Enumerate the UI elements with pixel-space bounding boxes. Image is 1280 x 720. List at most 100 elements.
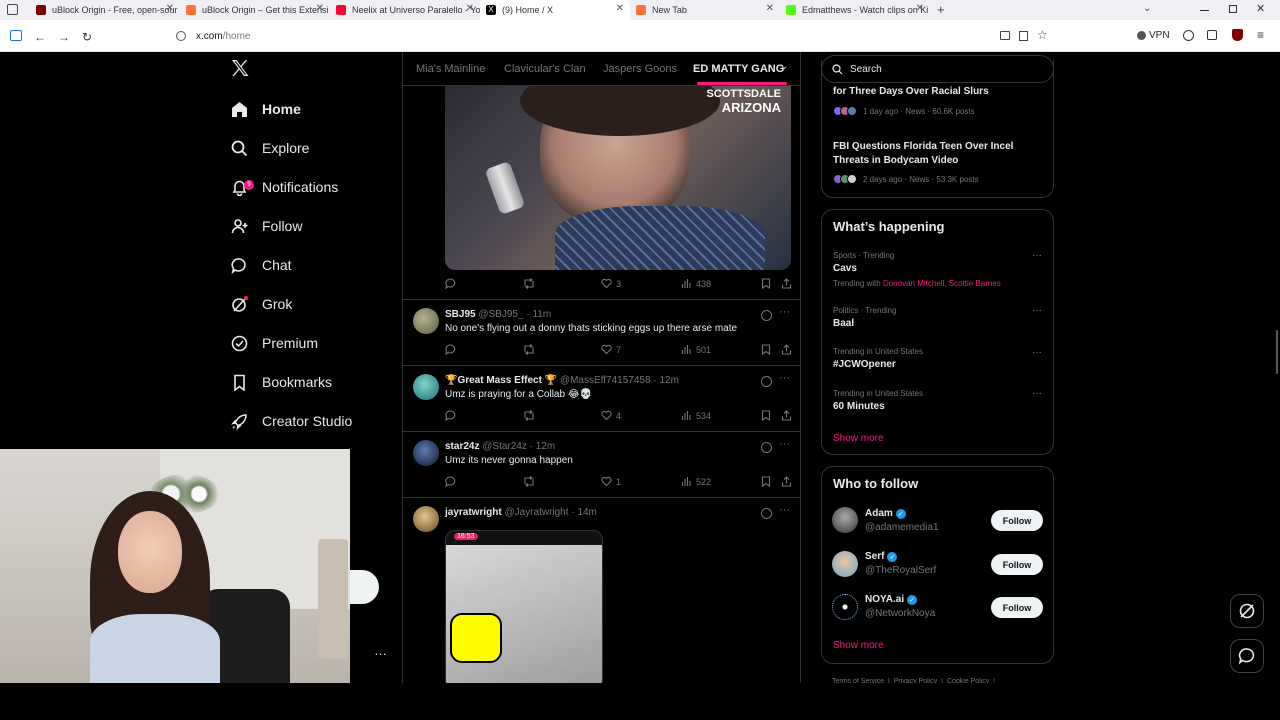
maximize-window-icon[interactable] <box>1229 5 1237 13</box>
suggested-user-name[interactable]: Serf ✓ <box>865 551 898 562</box>
follow-button[interactable]: Follow <box>991 554 1043 575</box>
share-button[interactable] <box>781 410 796 421</box>
trend-name[interactable]: #JCWOpener <box>833 359 896 370</box>
author-name[interactable]: SBJ95 <box>445 309 476 320</box>
nav-item-notifications[interactable]: 9 Notifications <box>230 172 338 202</box>
views-button[interactable]: 501 <box>681 344 711 355</box>
reply-button[interactable] <box>445 278 460 289</box>
author-handle[interactable]: @Star24z <box>482 441 527 452</box>
site-settings-icon[interactable] <box>176 31 186 41</box>
more-dots-icon[interactable]: ··· <box>1032 305 1042 316</box>
grok-explain-icon[interactable] <box>761 310 772 321</box>
reply-button[interactable] <box>445 410 460 421</box>
tweet-media-image[interactable]: SCOTTSDALE ARIZONA <box>445 86 791 270</box>
nav-item-bookmarks[interactable]: Bookmarks <box>230 367 332 397</box>
follow-button[interactable]: Follow <box>991 510 1043 531</box>
browser-tab[interactable]: Edmatthews - Watch clips on Ki ✕ <box>780 0 930 20</box>
grok-floating-button[interactable] <box>1230 594 1264 628</box>
trend-name[interactable]: Baal <box>833 318 854 329</box>
repost-button[interactable] <box>523 344 539 355</box>
browser-tab[interactable]: uBlock Origin - Free, open-sour ✕ <box>30 0 180 20</box>
views-button[interactable]: 534 <box>681 410 711 421</box>
avatar[interactable] <box>413 506 439 532</box>
close-tab-icon[interactable]: ✕ <box>316 3 324 14</box>
nav-item-follow[interactable]: Follow <box>230 211 302 241</box>
tab-jaspers-goons[interactable]: Jaspers Goons <box>603 63 677 75</box>
app-menu-hamburger-icon[interactable]: ≡ <box>1257 28 1264 42</box>
new-tab-plus-icon[interactable]: + <box>937 2 945 17</box>
more-dots-icon[interactable]: ··· <box>779 372 790 384</box>
browser-tab[interactable]: Neelix at Universo Paralello - Yo ✕ <box>330 0 480 20</box>
tweet[interactable]: 🏆Great Mass Effect 🏆 @MassEff74157458 · … <box>403 366 800 432</box>
reply-button[interactable] <box>445 476 460 487</box>
tweet[interactable]: star24z @Star24z · 12m ··· Umz its never… <box>403 432 800 498</box>
close-tab-icon[interactable]: ✕ <box>916 3 924 14</box>
bookmark-button[interactable] <box>761 410 775 421</box>
like-button[interactable]: 3 <box>601 278 621 289</box>
share-button[interactable] <box>781 476 796 487</box>
like-button[interactable]: 1 <box>601 476 621 487</box>
tab-list-icon[interactable] <box>7 4 18 15</box>
avatar[interactable] <box>832 551 858 577</box>
forward-arrow-icon[interactable]: → <box>58 30 70 44</box>
news-headline[interactable]: FBI Questions Florida Teen Over Incel Th… <box>833 140 1043 168</box>
grok-explain-icon[interactable] <box>761 442 772 453</box>
screenshot-icon[interactable] <box>1000 31 1010 40</box>
close-window-icon[interactable]: ✕ <box>1256 2 1265 15</box>
views-button[interactable]: 438 <box>681 278 711 289</box>
close-tab-icon[interactable]: ✕ <box>766 3 774 14</box>
trend-name[interactable]: Cavs <box>833 263 857 274</box>
extensions-puzzle-icon[interactable] <box>1207 30 1217 40</box>
search-input[interactable]: Search <box>821 55 1054 83</box>
share-button[interactable] <box>781 278 796 289</box>
close-tab-icon[interactable]: ✕ <box>166 3 174 14</box>
chevron-down-icon[interactable]: ⌄ <box>780 61 788 72</box>
more-dots-icon[interactable]: ··· <box>1032 388 1042 399</box>
share-button[interactable] <box>781 344 796 355</box>
grok-explain-icon[interactable] <box>761 508 772 519</box>
suggested-user-name[interactable]: NOYA.ai ✓ <box>865 594 918 605</box>
messages-floating-button[interactable] <box>1230 639 1264 673</box>
author-handle[interactable]: @Jayratwright <box>504 507 568 518</box>
back-arrow-icon[interactable]: ← <box>34 30 46 44</box>
more-dots-icon[interactable]: ··· <box>779 306 790 318</box>
x-logo-icon[interactable] <box>230 58 252 80</box>
nav-item-chat[interactable]: Chat <box>230 250 292 280</box>
views-button[interactable]: 522 <box>681 476 711 487</box>
browser-tab[interactable]: New Tab ✕ <box>630 0 780 20</box>
nav-item-explore[interactable]: Explore <box>230 133 309 163</box>
more-dots-icon[interactable]: ··· <box>1032 250 1042 261</box>
trend-name[interactable]: 60 Minutes <box>833 401 885 412</box>
tweet[interactable]: jayratwright @Jayratwright · 14m ··· 16:… <box>403 498 800 683</box>
nav-item-home[interactable]: Home <box>230 94 301 124</box>
like-button[interactable]: 7 <box>601 344 621 355</box>
avatar[interactable] <box>832 507 858 533</box>
browser-tab[interactable]: uBlock Origin – Get this Extensi ✕ <box>180 0 330 20</box>
author-name[interactable]: jayratwright <box>445 507 502 518</box>
tweet-time[interactable]: 12m <box>536 441 555 452</box>
nav-item-grok[interactable]: Grok <box>230 289 292 319</box>
browser-tab-active[interactable]: X (9) Home / X ✕ <box>480 0 630 20</box>
vpn-button[interactable]: VPN <box>1137 30 1170 41</box>
nav-item-premium[interactable]: Premium <box>230 328 318 358</box>
author-name[interactable]: 🏆Great Mass Effect 🏆 <box>445 375 557 386</box>
follow-button[interactable]: Follow <box>991 597 1043 618</box>
minimize-window-icon[interactable] <box>1200 10 1209 11</box>
ublock-extension-icon[interactable] <box>1232 29 1243 41</box>
more-dots-icon[interactable]: ··· <box>1032 347 1042 358</box>
close-tab-icon[interactable]: ✕ <box>466 3 474 14</box>
show-more-link[interactable]: Show more <box>833 433 884 444</box>
nav-item-creator-studio[interactable]: Creator Studio <box>230 406 352 436</box>
repost-button[interactable] <box>523 476 539 487</box>
tab-overflow-chevron-icon[interactable]: ⌄ <box>1143 3 1151 14</box>
reload-icon[interactable]: ↻ <box>82 30 92 44</box>
bookmark-button[interactable] <box>761 476 775 487</box>
tweet-media-image[interactable]: 16:53 <box>445 530 603 683</box>
suggested-user-name[interactable]: Adam ✓ <box>865 508 906 519</box>
tweet-time[interactable]: 12m <box>659 375 678 386</box>
tweet[interactable]: SCOTTSDALE ARIZONA 3 438 <box>403 52 800 300</box>
tweet-time[interactable]: 11m <box>532 309 551 320</box>
grok-explain-icon[interactable] <box>761 376 772 387</box>
author-handle[interactable]: @MassEff74157458 <box>560 375 651 386</box>
close-tab-icon[interactable]: ✕ <box>616 3 624 14</box>
